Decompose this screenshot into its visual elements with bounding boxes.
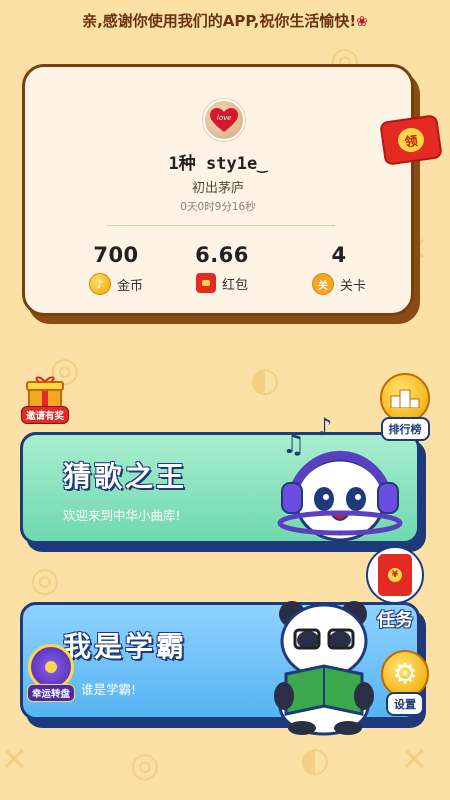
ranking-label: 排行榜: [380, 417, 430, 441]
red-envelope-icon: [195, 273, 216, 293]
settings-label: 设置: [386, 692, 424, 716]
guess-song-title: 猜歌之王: [63, 460, 188, 493]
guess-song-subtitle: 欢迎来到中华小曲库!: [63, 508, 181, 523]
settings-button[interactable]: ⚙ 设置: [372, 650, 438, 716]
red-packet-button[interactable]: 领: [379, 114, 443, 166]
svg-text:♫: ♫: [282, 430, 305, 460]
level-icon: 关: [311, 273, 334, 295]
stat-red-envelope: 6.66 红包: [167, 243, 277, 293]
play-time: 0天0时9分16秒: [180, 201, 256, 213]
coins-label: 金币: [116, 278, 143, 294]
lucky-wheel-button[interactable]: 幸运转盘: [18, 644, 84, 702]
gear-icon: ⚙: [381, 650, 429, 698]
avatar-text: love: [217, 114, 232, 122]
svg-text:♪: ♪: [317, 415, 332, 441]
rank-title: 初出茅庐: [191, 181, 244, 196]
welcome-text: 亲,感谢你使用我们的APP,祝你生活愉快!: [82, 12, 357, 30]
scholar-subtitle: 谁是学霸!: [81, 682, 137, 697]
podium-icon: [380, 373, 430, 423]
task-icon: ¥: [366, 546, 424, 604]
red-packet-label: 领: [396, 126, 426, 154]
welcome-banner: 亲,感谢你使用我们的APP,祝你生活愉快!❀: [0, 10, 450, 31]
red-envelope-label: 红包: [221, 277, 248, 293]
username: 1种 sty1e‿: [168, 154, 268, 174]
divider: [107, 225, 335, 226]
task-button[interactable]: ¥ 任务: [360, 546, 430, 632]
level-label: 关卡: [339, 278, 366, 294]
lucky-wheel-label: 幸运转盘: [26, 684, 75, 702]
gift-icon: [26, 376, 64, 409]
red-envelope-value: 6.66: [195, 243, 249, 267]
heart-icon: love: [210, 108, 238, 132]
stats-row: 700 ♪ 金币 6.66 红包 4 关 关卡: [25, 243, 411, 303]
level-value: 4: [331, 243, 347, 267]
task-label: 任务: [377, 610, 413, 631]
invite-label: 邀请有奖: [20, 406, 69, 424]
stat-coins: 700 ♪ 金币: [61, 243, 171, 295]
profile-card: love 1种 sty1e‿ 初出茅庐 0天0时9分16秒 700 ♪ 金币 6…: [22, 64, 414, 316]
avatar[interactable]: love: [203, 99, 245, 141]
invite-reward-button[interactable]: 邀请有奖: [16, 374, 74, 424]
coin-icon: ♪: [88, 273, 111, 295]
stat-level: 4 关 关卡: [284, 243, 394, 295]
rose-icon: ❀: [356, 14, 368, 30]
ranking-button[interactable]: 排行榜: [372, 373, 438, 441]
coins-value: 700: [93, 243, 139, 267]
